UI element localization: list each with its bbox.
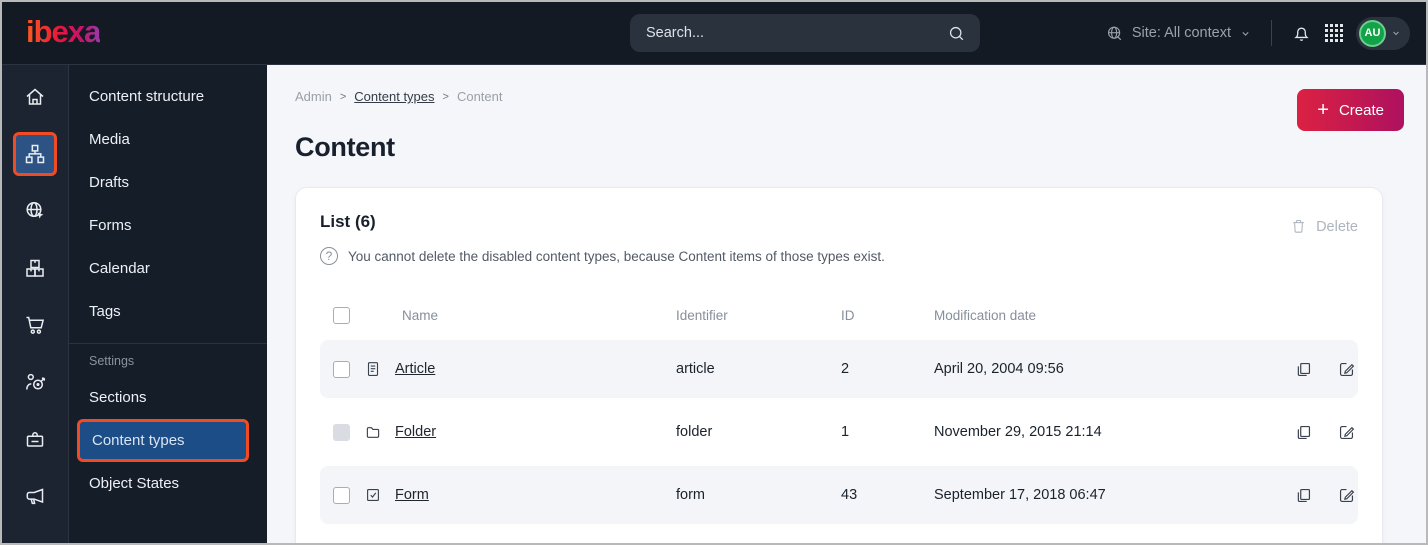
create-button-label: Create <box>1338 101 1384 119</box>
personalization-icon <box>23 370 47 394</box>
sidebar-item-object-states[interactable]: Object States <box>69 462 267 505</box>
boxes-icon <box>23 256 47 280</box>
sidebar-item-content-types[interactable]: Content types <box>77 419 249 462</box>
chevron-down-icon <box>1390 27 1402 39</box>
content-type-link[interactable]: Article <box>395 361 435 377</box>
delete-button-label: Delete <box>1316 218 1358 235</box>
select-all-checkbox[interactable] <box>333 306 350 324</box>
plus-icon: + <box>1317 99 1329 121</box>
copy-icon[interactable] <box>1294 360 1313 379</box>
delete-button[interactable]: Delete <box>1290 218 1358 235</box>
breadcrumb-admin: Admin <box>295 89 332 104</box>
rail-item-products[interactable] <box>13 246 57 290</box>
app-window: ibexa Site: All context <box>0 0 1428 545</box>
rail-item-content[interactable] <box>13 132 57 176</box>
top-bar: ibexa Site: All context <box>2 2 1426 64</box>
icon-rail <box>2 65 69 543</box>
rail-item-admin[interactable] <box>13 417 57 461</box>
row-checkbox[interactable] <box>333 486 350 504</box>
question-circle-icon: ? <box>320 247 338 265</box>
rail-item-site[interactable] <box>13 189 57 233</box>
rail-item-marketing[interactable] <box>13 474 57 518</box>
search-input[interactable] <box>646 25 947 41</box>
column-header-name: Name <box>402 307 439 323</box>
ibexa-logo[interactable]: ibexa <box>26 16 101 51</box>
hint-message: ? You cannot delete the disabled content… <box>320 247 1358 265</box>
sidebar-item-tags[interactable]: Tags <box>69 290 267 333</box>
form-icon <box>364 486 382 504</box>
site-context-selector[interactable]: Site: All context <box>1105 24 1252 43</box>
rail-item-dashboard[interactable] <box>13 75 57 119</box>
topbar-divider <box>1271 20 1272 46</box>
column-header-modification-date: Modification date <box>934 307 1037 323</box>
hint-text: You cannot delete the disabled content t… <box>348 248 885 264</box>
sidebar-menu: Content structure Media Drafts Forms Calenda… <box>69 65 267 543</box>
table-header-row: Name Identifier ID Modification date <box>320 295 1358 335</box>
app-switcher-grid-icon[interactable] <box>1325 24 1343 42</box>
cart-icon <box>23 313 47 337</box>
copy-icon[interactable] <box>1294 486 1313 505</box>
badge-icon <box>23 427 47 451</box>
cell-modification-date: April 20, 2004 09:56 <box>934 361 1064 377</box>
main-content: Admin > Content types > Content + Create… <box>267 65 1426 543</box>
chevron-down-icon <box>1239 27 1252 40</box>
site-context-label: Site: All context <box>1131 25 1231 41</box>
globe-cursor-icon <box>23 199 47 223</box>
content-type-link[interactable]: Folder <box>395 424 436 440</box>
rail-item-personalization[interactable] <box>13 360 57 404</box>
cell-id: 2 <box>841 361 850 377</box>
user-menu[interactable]: AU <box>1356 16 1410 50</box>
column-header-identifier: Identifier <box>676 307 728 323</box>
sidebar-item-drafts[interactable]: Drafts <box>69 161 267 204</box>
menu-divider <box>69 343 267 344</box>
breadcrumb-separator: > <box>442 90 449 103</box>
sitemap-icon <box>23 142 47 166</box>
megaphone-icon <box>23 484 47 508</box>
column-header-id: ID <box>841 307 855 323</box>
row-checkbox <box>333 423 350 441</box>
create-button[interactable]: + Create <box>1297 89 1404 131</box>
content-types-card: List (6) Delete ? You cannot delete the … <box>295 187 1383 543</box>
page-title: Content <box>295 132 395 162</box>
folder-icon <box>364 423 382 441</box>
list-count-title: List (6) <box>320 212 376 231</box>
table-row: Form form 43 September 17, 2018 06:47 <box>320 466 1358 524</box>
cell-identifier: form <box>676 487 705 503</box>
topbar-right-cluster: Site: All context AU <box>1105 16 1410 50</box>
cell-id: 43 <box>841 487 858 503</box>
cell-id: 1 <box>841 424 850 440</box>
settings-section-label: Settings <box>89 354 135 368</box>
cell-identifier: folder <box>676 424 713 440</box>
breadcrumb: Admin > Content types > Content <box>295 89 1404 104</box>
sidebar-item-calendar[interactable]: Calendar <box>69 247 267 290</box>
sidebar-item-forms[interactable]: Forms <box>69 204 267 247</box>
cell-modification-date: September 17, 2018 06:47 <box>934 487 1106 503</box>
cell-modification-date: November 29, 2015 21:14 <box>934 424 1102 440</box>
trash-icon <box>1290 218 1307 235</box>
table-row: Article article 2 April 20, 2004 09:56 <box>320 340 1358 398</box>
rail-item-commerce[interactable] <box>13 303 57 347</box>
home-icon <box>23 85 47 109</box>
content-type-link[interactable]: Form <box>395 487 429 503</box>
avatar[interactable]: AU <box>1359 19 1386 47</box>
breadcrumb-current: Content <box>456 89 503 104</box>
notifications-bell-icon[interactable] <box>1291 23 1312 44</box>
edit-icon[interactable] <box>1337 486 1356 505</box>
sidebar-item-sections[interactable]: Sections <box>69 376 267 419</box>
search-icon[interactable] <box>947 24 966 43</box>
edit-icon[interactable] <box>1337 360 1356 379</box>
copy-icon[interactable] <box>1294 423 1313 442</box>
sidebar-item-media[interactable]: Media <box>69 118 267 161</box>
row-checkbox[interactable] <box>333 360 350 378</box>
breadcrumb-content-types-link[interactable]: Content types <box>354 89 434 104</box>
global-search[interactable] <box>630 14 980 52</box>
cell-identifier: article <box>676 361 715 377</box>
site-globe-icon <box>1105 24 1124 43</box>
article-icon <box>364 360 382 378</box>
edit-icon[interactable] <box>1337 423 1356 442</box>
sidebar-item-content-structure[interactable]: Content structure <box>69 75 267 118</box>
breadcrumb-separator: > <box>339 90 347 103</box>
content-types-table: Name Identifier ID Modification date Art… <box>320 295 1358 524</box>
table-row: Folder folder 1 November 29, 2015 21:14 <box>320 403 1358 461</box>
